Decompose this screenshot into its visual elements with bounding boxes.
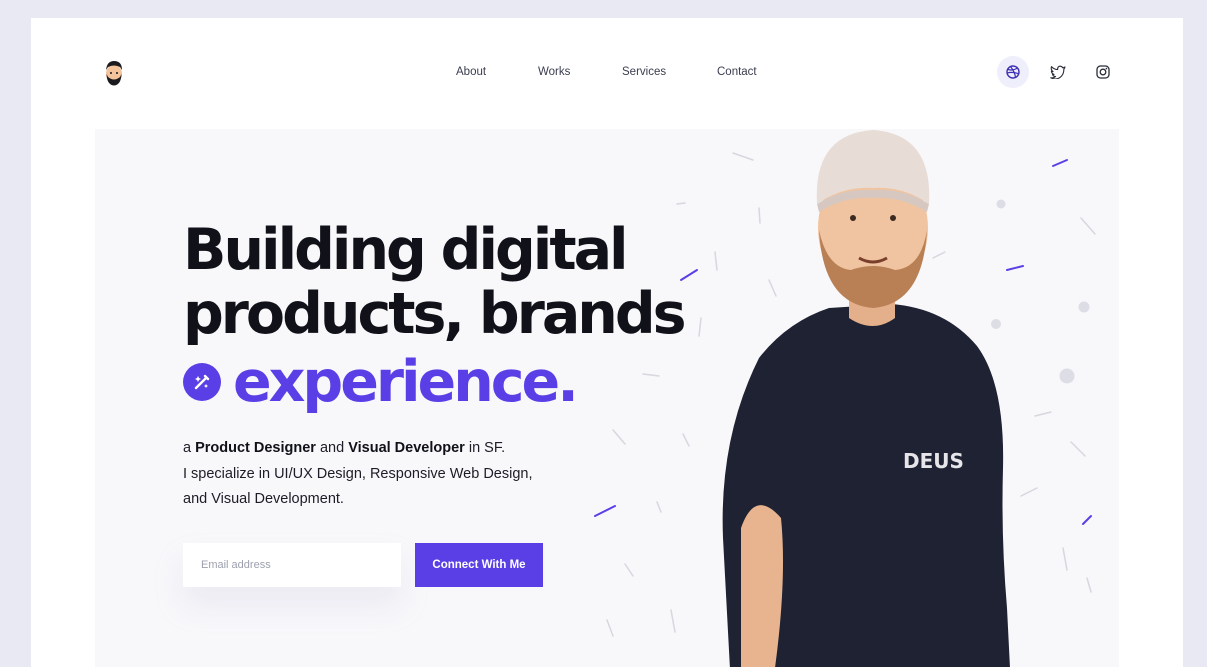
headline-line-2: products, brands [183,281,687,347]
landing-page: About Works Services Contact DEUS Buildi… [31,18,1183,667]
hero-intro: a Product Designer and Visual Developer … [183,436,533,513]
hero-portrait: DEUS [594,130,1096,667]
person-illustration: DEUS [722,130,1010,667]
dribbble-button[interactable] [997,56,1029,88]
twitter-button[interactable] [1042,56,1074,88]
dribbble-icon [1006,65,1020,79]
nav-about-link[interactable]: About [456,66,486,78]
email-input[interactable] [183,543,401,587]
connect-button[interactable]: Connect With Me [415,543,543,587]
role-visual-developer: Visual Developer [348,440,465,456]
intro-line-1: a Product Designer and Visual Developer … [183,436,533,462]
role-product-designer: Product Designer [195,440,316,456]
magic-wand-icon [183,363,221,401]
hero-headline: Building digital products, brands [183,217,687,347]
intro-line-3: and Visual Development. [183,491,344,507]
intro-text: a [183,440,196,456]
shirt-logo-text: DEUS [903,449,964,473]
nav-contact-link[interactable]: Contact [717,66,757,78]
instagram-icon [1096,65,1110,79]
intro-line-2: I specialize in UI/UX Design, Responsive… [183,465,533,482]
nav-services-link[interactable]: Services [622,66,666,78]
nav-works-link[interactable]: Works [538,66,570,78]
instagram-button[interactable] [1087,56,1119,88]
intro-text: in SF. [464,440,506,456]
headline-accent-word: experience. [233,349,579,415]
intro-text: and [315,440,349,456]
headline-line-1: Building digital [183,217,629,283]
twitter-icon [1050,65,1066,79]
